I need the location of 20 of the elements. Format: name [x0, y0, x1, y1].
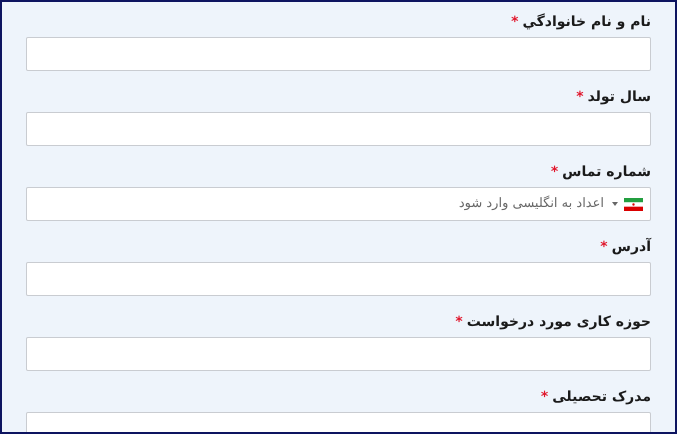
input-field[interactable]	[26, 37, 651, 71]
required-mark: *	[550, 163, 558, 182]
phone-field[interactable]: اعداد به انگلیسی وارد شود	[26, 187, 651, 221]
required-mark: *	[511, 13, 518, 32]
required-mark: *	[540, 388, 548, 407]
input-field[interactable]	[26, 112, 651, 146]
flag-icon	[624, 198, 643, 210]
field-label: نام و نام خانوادگي	[522, 12, 651, 32]
field-label: حوزه کاری مورد درخواست	[466, 313, 651, 332]
field-label: سال تولد	[588, 88, 651, 107]
field-label: آدرس	[612, 237, 651, 257]
input-field[interactable]	[26, 337, 651, 371]
field-label: شماره تماس	[562, 163, 651, 182]
required-mark: *	[455, 313, 463, 332]
placeholder-text: اعداد به انگلیسی وارد شود	[458, 194, 605, 213]
field-label: مدرک تحصیلی	[552, 388, 651, 407]
required-mark: *	[576, 88, 584, 107]
caret-icon[interactable]	[612, 202, 618, 206]
required-mark: *	[600, 238, 608, 257]
input-field[interactable]	[26, 262, 651, 296]
